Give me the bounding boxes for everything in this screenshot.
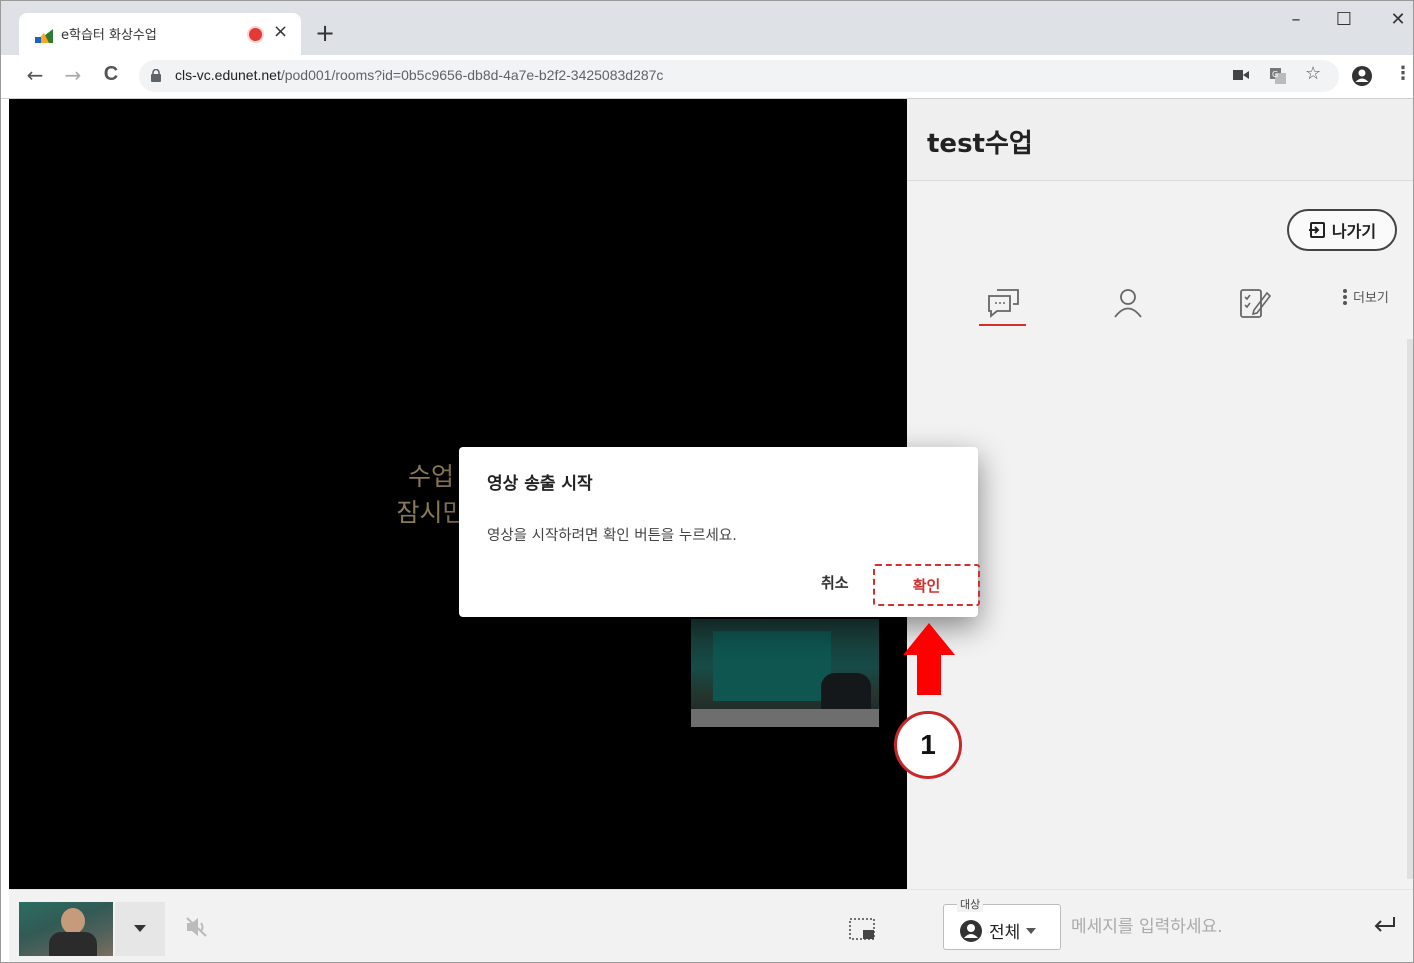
cancel-button[interactable]: 취소 bbox=[821, 572, 849, 593]
tab-participants[interactable] bbox=[1103, 281, 1153, 325]
close-window-icon[interactable]: ✕ bbox=[1383, 9, 1413, 30]
speaker-muted-icon[interactable] bbox=[185, 916, 209, 938]
exit-button[interactable]: 나가기 bbox=[1287, 209, 1397, 251]
translate-icon[interactable]: G bbox=[1269, 67, 1287, 85]
lock-icon bbox=[151, 69, 161, 82]
address-bar[interactable]: cls-vc.edunet.net/pod001/rooms?id=0b5c96… bbox=[139, 60, 1339, 92]
room-title: test수업 bbox=[927, 129, 1033, 159]
step-number-badge: 1 bbox=[894, 711, 962, 779]
tab-strip: e학습터 화상수업 × + – ☐ ✕ bbox=[1, 1, 1413, 55]
chat-scrollbar[interactable] bbox=[1407, 339, 1413, 879]
url-host: cls-vc.edunet.net bbox=[175, 67, 281, 83]
svg-text:G: G bbox=[1272, 70, 1278, 79]
url-path: /pod001/rooms?id=0b5c9656-db8d-4a7e-b2f2… bbox=[280, 67, 664, 83]
message-input[interactable] bbox=[1071, 910, 1371, 944]
user-circle-icon bbox=[960, 919, 982, 942]
back-icon[interactable]: ← bbox=[23, 63, 47, 87]
start-broadcast-dialog: 영상 송출 시작 영상을 시작하려면 확인 버튼을 누르세요. 취소 확인 bbox=[459, 447, 980, 617]
browser-tab[interactable]: e학습터 화상수업 × bbox=[19, 13, 301, 55]
url-text: cls-vc.edunet.net/pod001/rooms?id=0b5c96… bbox=[175, 67, 663, 83]
kebab-icon bbox=[1343, 288, 1347, 305]
annotation-arrow-icon bbox=[903, 623, 955, 695]
edunet-favicon-icon bbox=[35, 29, 53, 43]
active-tab-indicator bbox=[979, 324, 1026, 326]
target-value[interactable]: 전체 bbox=[959, 918, 1037, 943]
camera-preview bbox=[691, 619, 879, 727]
tab-chat[interactable] bbox=[979, 281, 1029, 325]
tab-title: e학습터 화상수업 bbox=[61, 28, 157, 43]
caret-down-icon bbox=[1026, 927, 1037, 934]
more-label: 더보기 bbox=[1353, 291, 1389, 306]
more-button[interactable]: 더보기 bbox=[1343, 287, 1389, 306]
self-camera-thumbnail[interactable] bbox=[19, 902, 113, 956]
minimize-icon[interactable]: – bbox=[1281, 9, 1311, 30]
side-panel: test수업 나가기 더보기 bbox=[907, 99, 1413, 889]
caret-down-icon bbox=[134, 925, 146, 932]
maximize-icon[interactable]: ☐ bbox=[1329, 9, 1359, 30]
bookmark-star-icon[interactable]: ☆ bbox=[1305, 63, 1321, 84]
exit-icon bbox=[1308, 222, 1325, 238]
menu-icon[interactable]: ⋮ bbox=[1394, 63, 1412, 84]
new-tab-button[interactable]: + bbox=[315, 21, 335, 45]
tab-close-icon[interactable]: × bbox=[273, 21, 288, 42]
participants-icon bbox=[1114, 289, 1142, 318]
send-enter-icon[interactable] bbox=[1373, 916, 1397, 934]
dialog-title: 영상 송출 시작 bbox=[487, 474, 593, 494]
chat-icon bbox=[988, 289, 1019, 318]
reload-icon[interactable]: C bbox=[99, 63, 123, 86]
browser-toolbar: ← → C cls-vc.edunet.net/pod001/rooms?id=… bbox=[1, 55, 1413, 99]
layout-toggle-icon[interactable] bbox=[849, 918, 875, 940]
camera-menu-button[interactable] bbox=[115, 902, 165, 956]
tab-assignment[interactable] bbox=[1229, 281, 1279, 325]
exit-label: 나가기 bbox=[1331, 222, 1377, 241]
page: 수업 중이 잠시만 기다 test수업 나가기 더보기 대상 전체 메세지를 입… bbox=[1, 99, 1413, 962]
forward-icon[interactable]: → bbox=[61, 63, 85, 87]
assignment-icon bbox=[1240, 289, 1271, 318]
confirm-button[interactable]: 확인 bbox=[873, 564, 980, 606]
browser-window: e학습터 화상수업 × + – ☐ ✕ ← → C cls-vc.edunet.… bbox=[0, 0, 1414, 963]
bottom-bar: 대상 전체 bbox=[9, 889, 1413, 962]
recording-indicator-icon bbox=[249, 28, 262, 41]
side-header: test수업 bbox=[907, 99, 1413, 181]
camera-icon[interactable] bbox=[1233, 69, 1249, 81]
target-label: 대상 bbox=[957, 896, 984, 912]
dialog-message: 영상을 시작하려면 확인 버튼을 누르세요. bbox=[487, 528, 737, 544]
target-value-label: 전체 bbox=[989, 923, 1021, 943]
profile-icon[interactable] bbox=[1351, 65, 1373, 87]
